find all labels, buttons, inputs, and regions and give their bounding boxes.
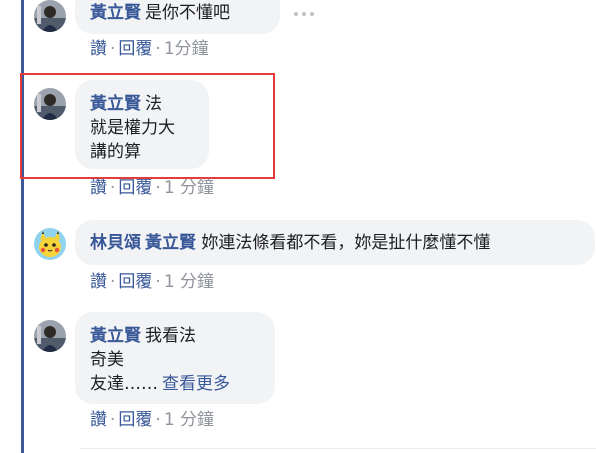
comment-body: 奇美 <box>90 350 124 370</box>
user-photo-icon <box>34 0 66 32</box>
timestamp[interactable]: 1分鐘 <box>164 39 209 59</box>
mention-link[interactable]: 黃立賢 <box>145 233 196 253</box>
comment-author[interactable]: 黃立賢 <box>90 326 141 346</box>
comment-body: 友達…… <box>90 374 158 394</box>
divider <box>80 448 596 449</box>
reply-link[interactable]: 回覆 <box>118 178 152 198</box>
separator-dot: · <box>110 410 116 430</box>
separator-dot: · <box>110 272 116 292</box>
reply-link[interactable]: 回覆 <box>118 39 152 59</box>
comment-thread: 黃立賢 是你不懂吧 讚 · 回覆 · 1分鐘 黃立賢法 就是權力大 講的算 讚 · 回覆 · 1 … <box>0 0 596 453</box>
avatar-user-photo[interactable] <box>34 320 66 352</box>
timestamp[interactable]: 1 分鐘 <box>164 178 214 198</box>
separator-dot: · <box>155 272 161 292</box>
comment-actions: 讚 · 回覆 · 1分鐘 <box>90 38 209 60</box>
separator-dot: · <box>155 178 161 198</box>
comment-actions: 讚 · 回覆 · 1 分鐘 <box>90 409 214 431</box>
separator-dot: · <box>110 39 116 59</box>
separator-dot: · <box>155 39 161 59</box>
comment-body: 妳連法條看都不看，妳是扯什麼懂不懂 <box>201 233 491 253</box>
separator-dot: · <box>155 410 161 430</box>
see-more-link[interactable]: 查看更多 <box>162 374 230 394</box>
comment-text-line: 林貝頌 黃立賢 妳連法條看都不看，妳是扯什麼懂不懂 <box>90 231 490 255</box>
cartoon-avatar-icon <box>34 228 66 260</box>
comment-body: 是你不懂吧 <box>145 3 230 23</box>
reply-link[interactable]: 回覆 <box>118 410 152 430</box>
thread-line <box>21 0 24 453</box>
comment-actions: 讚 · 回覆 · 1 分鐘 <box>90 177 214 199</box>
comment-author[interactable]: 林貝頌 <box>90 233 141 253</box>
avatar-cartoon[interactable] <box>34 228 66 260</box>
comment-actions: 讚 · 回覆 · 1 分鐘 <box>90 271 214 293</box>
user-photo-icon <box>34 320 66 352</box>
comment-author[interactable]: 黃立賢 <box>90 3 141 23</box>
comment-text-line: 黃立賢 是你不懂吧 <box>90 1 230 25</box>
like-link[interactable]: 讚 <box>90 178 107 198</box>
avatar-user-photo[interactable] <box>34 0 66 32</box>
like-link[interactable]: 讚 <box>90 272 107 292</box>
separator-dot: · <box>110 178 116 198</box>
more-horizontal-icon[interactable] <box>293 8 315 20</box>
reply-link[interactable]: 回覆 <box>118 272 152 292</box>
comment-body: 我看法 <box>145 326 196 346</box>
timestamp[interactable]: 1 分鐘 <box>164 410 214 430</box>
comment-text-line: 友達…… 查看更多 <box>90 372 230 396</box>
comment-text-line: 黃立賢 我看法 <box>90 324 196 348</box>
highlight-box <box>20 73 275 179</box>
like-link[interactable]: 讚 <box>90 410 107 430</box>
like-link[interactable]: 讚 <box>90 39 107 59</box>
timestamp[interactable]: 1 分鐘 <box>164 272 214 292</box>
